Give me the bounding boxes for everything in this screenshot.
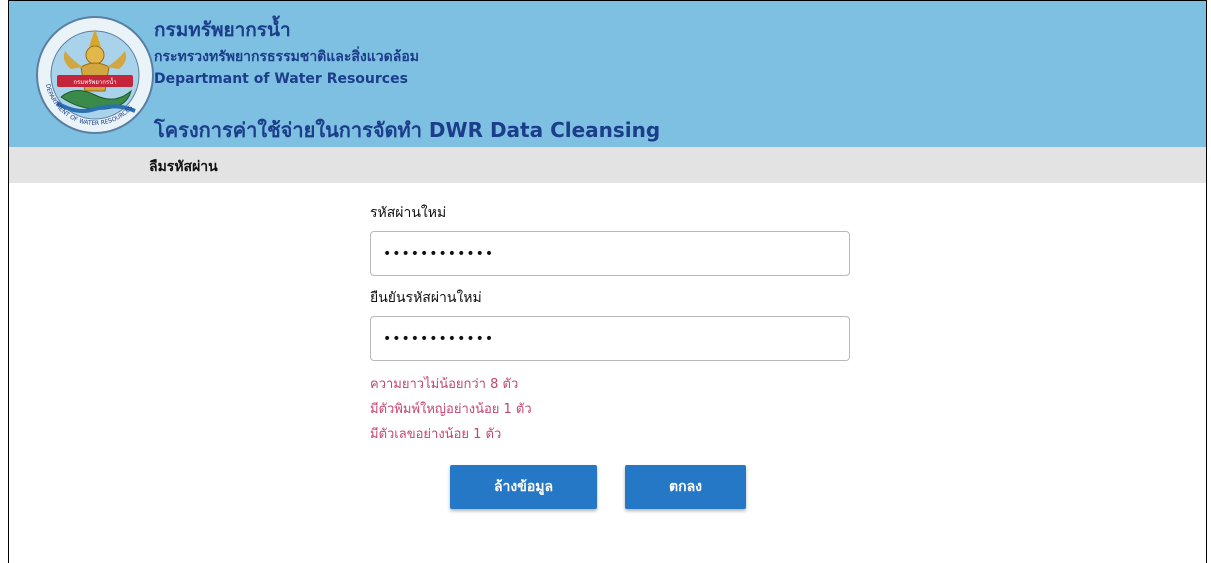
password-rule-uppercase: มีตัวพิมพ์ใหญ่อย่างน้อย 1 ตัว bbox=[370, 402, 532, 417]
confirm-password-label: ยืนยันรหัสผ่านใหม่ bbox=[370, 290, 482, 306]
new-password-label: รหัสผ่านใหม่ bbox=[370, 205, 447, 221]
ok-button[interactable]: ตกลง bbox=[625, 465, 746, 509]
dwr-emblem-icon: กรมทรัพยากรน้ำ DEPARTMENT OF WATER RESOU… bbox=[36, 16, 154, 134]
header-banner: กรมทรัพยากรน้ำ DEPARTMENT OF WATER RESOU… bbox=[9, 1, 1206, 147]
org-name-thai: กรมทรัพยากรน้ำ bbox=[154, 19, 291, 41]
password-rule-number: มีตัวเลขอย่างน้อย 1 ตัว bbox=[370, 427, 502, 442]
new-password-field[interactable] bbox=[370, 231, 850, 276]
page-title-bar: ลืมรหัสผ่าน bbox=[9, 147, 1206, 183]
confirm-password-field[interactable] bbox=[370, 316, 850, 361]
org-name-english: Departmant of Water Resources bbox=[154, 71, 408, 87]
ministry-name: กระทรวงทรัพยากรธรรมชาติและสิ่งแวดล้อม bbox=[154, 49, 419, 65]
password-rule-length: ความยาวไม่น้อยกว่า 8 ตัว bbox=[370, 377, 519, 392]
clear-button[interactable]: ล้างข้อมูล bbox=[450, 465, 597, 509]
page-title: ลืมรหัสผ่าน bbox=[149, 159, 218, 175]
project-title: โครงการค่าใช้จ่ายในการจัดทำ DWR Data Cle… bbox=[154, 118, 661, 142]
